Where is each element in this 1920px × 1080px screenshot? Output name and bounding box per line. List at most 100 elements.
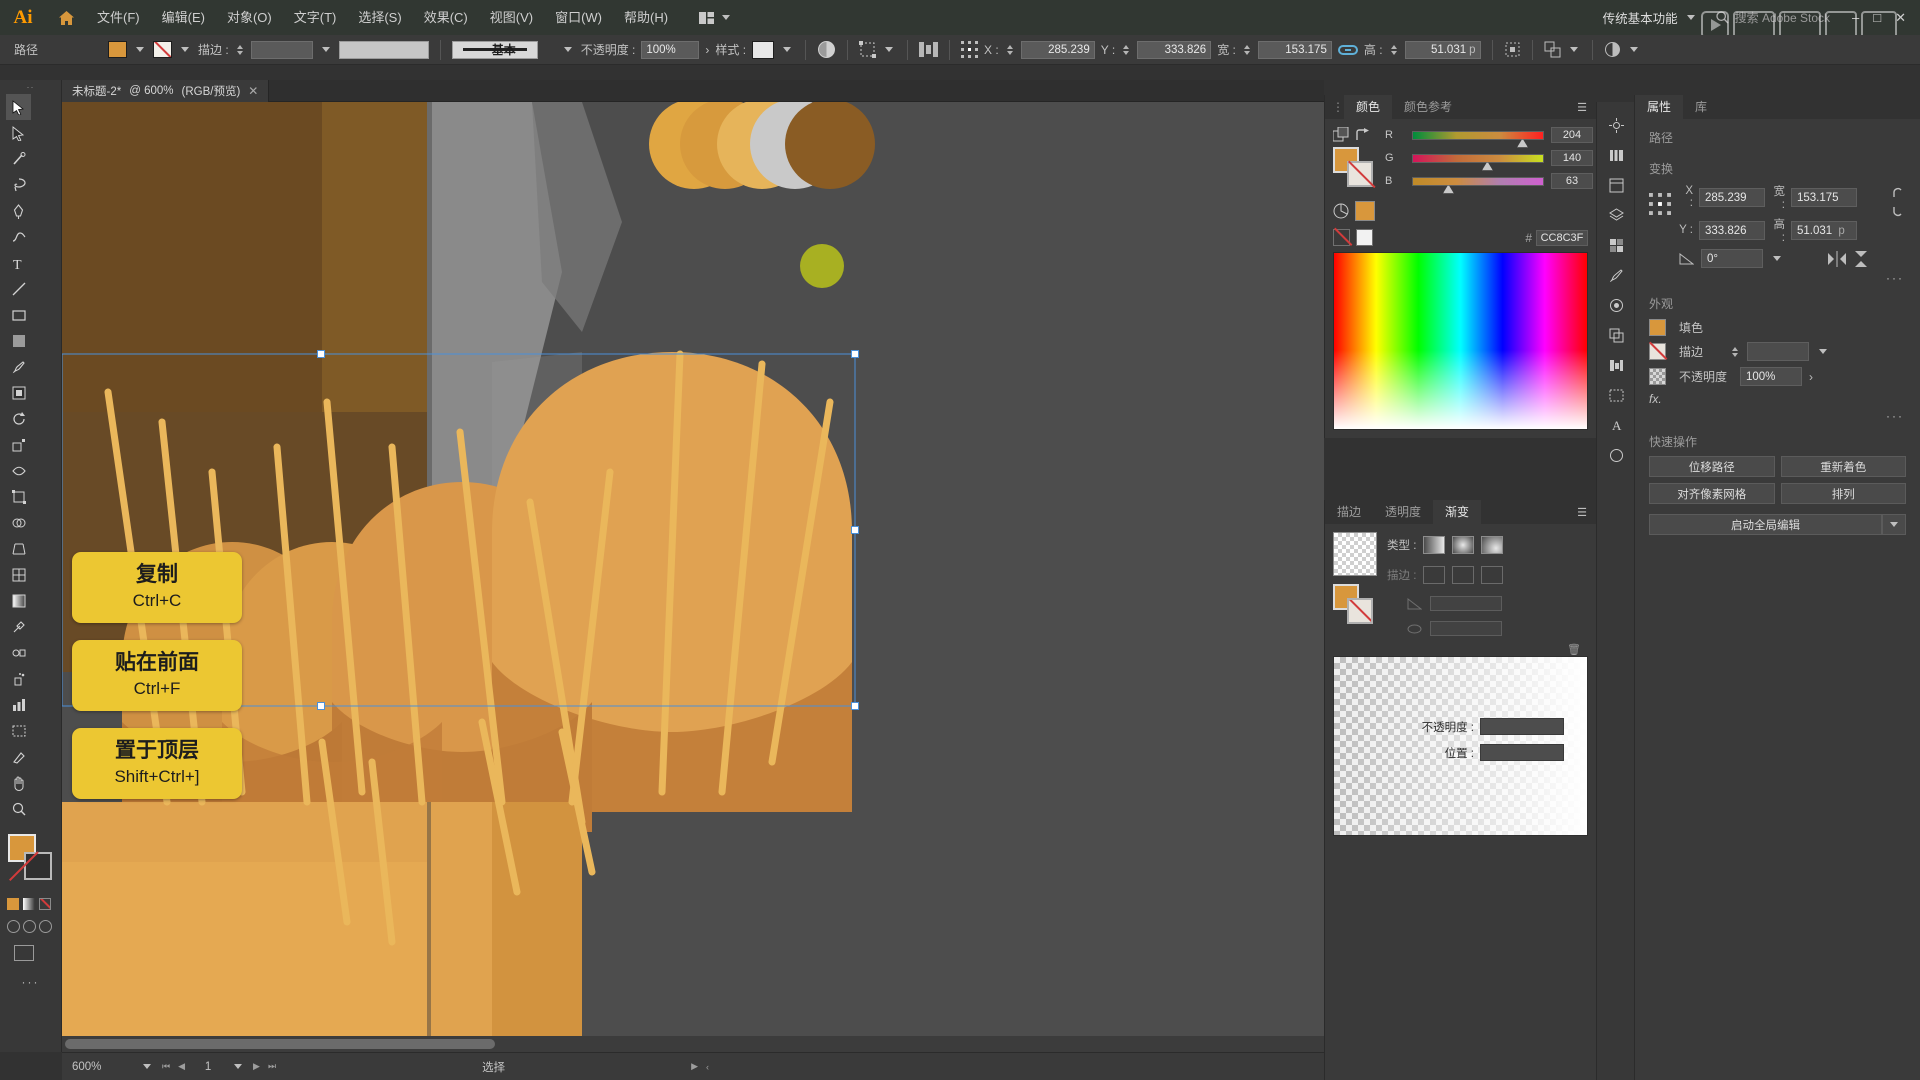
line-segment-tool[interactable]: [6, 276, 31, 302]
stroke-weight-stepper[interactable]: [235, 44, 245, 55]
opacity-field[interactable]: 100%: [1740, 367, 1802, 386]
slider-knob-g[interactable]: [1481, 161, 1493, 171]
x-stepper[interactable]: [1005, 44, 1015, 55]
shape-builder-tool[interactable]: [6, 510, 31, 536]
fill-swatch[interactable]: [1649, 319, 1666, 336]
magic-wand-tool[interactable]: [6, 146, 31, 172]
scrollbar-thumb[interactable]: [65, 1039, 495, 1049]
slice-tool[interactable]: [6, 744, 31, 770]
slider-knob-r[interactable]: [1517, 138, 1528, 148]
arrange-button[interactable]: 排列: [1780, 483, 1906, 504]
menu-select[interactable]: 选择(S): [347, 0, 412, 35]
brushes-icon[interactable]: [1597, 260, 1635, 290]
color-space-icon[interactable]: [1333, 203, 1349, 219]
sun-icon[interactable]: [1597, 110, 1635, 140]
lasso-tool[interactable]: [6, 172, 31, 198]
chevron-down-icon[interactable]: [1773, 256, 1781, 261]
width-tool[interactable]: [6, 458, 31, 484]
chevron-down-icon[interactable]: [783, 47, 792, 52]
perspective-grid-tool[interactable]: [6, 536, 31, 562]
hex-input[interactable]: CC8C3F: [1536, 229, 1588, 246]
height-stepper[interactable]: [1389, 44, 1399, 55]
next-artboard-icon[interactable]: ▶: [253, 1061, 260, 1072]
fill-stroke-toggle-icon[interactable]: [1333, 127, 1349, 143]
properties-icon[interactable]: [1597, 170, 1635, 200]
fx-label[interactable]: fx.: [1649, 392, 1662, 406]
stroke-swatch[interactable]: [24, 852, 52, 880]
opacity-field[interactable]: 100%: [641, 40, 700, 59]
height-field[interactable]: 51.031 p: [1404, 40, 1481, 59]
width-field[interactable]: 153.175: [1791, 187, 1857, 207]
draw-behind-button[interactable]: [23, 920, 36, 933]
link-icon[interactable]: [1337, 43, 1358, 57]
blend-tool[interactable]: [6, 640, 31, 666]
document-tab[interactable]: 未标题-2* @ 600% (RGB/预览) ✕: [62, 79, 270, 102]
prev-icon[interactable]: ‹: [706, 1062, 709, 1072]
panel-menu-icon[interactable]: ☰: [1577, 506, 1588, 519]
freeform-gradient-icon[interactable]: [1481, 536, 1504, 554]
slider-track-r[interactable]: [1412, 130, 1544, 148]
color-spectrum[interactable]: [1333, 252, 1588, 430]
gradient-button[interactable]: [23, 898, 35, 910]
stroke-swatch[interactable]: [1649, 343, 1666, 360]
hand-tool[interactable]: [6, 770, 31, 796]
none-swatch[interactable]: [1333, 229, 1350, 246]
column-graph-tool[interactable]: [6, 692, 31, 718]
eyedropper-tool[interactable]: [6, 614, 31, 640]
ellipse-tool[interactable]: [6, 328, 31, 354]
rectangle-tool[interactable]: [6, 302, 31, 328]
offset-path-button[interactable]: 位移路径: [1649, 456, 1775, 477]
workspace-switcher[interactable]: 传统基本功能: [1603, 8, 1698, 27]
stroke-weight-field[interactable]: [1747, 342, 1809, 361]
type-tool[interactable]: T: [6, 250, 31, 276]
align-icon[interactable]: [919, 41, 939, 58]
zoom-tool[interactable]: [6, 796, 31, 822]
stroke-weight-field[interactable]: [250, 40, 313, 59]
play-icon[interactable]: ▶: [691, 1061, 698, 1072]
gradient-slider-preview[interactable]: 🗑 不透明度 : 位置 :: [1333, 644, 1588, 836]
tab-stroke[interactable]: 描边: [1325, 500, 1373, 524]
y-field[interactable]: 333.826: [1699, 220, 1765, 240]
slider-value-b[interactable]: 63: [1551, 173, 1593, 189]
align-pixel-grid-button[interactable]: 对齐像素网格: [1649, 483, 1775, 504]
screen-mode-button[interactable]: [14, 945, 34, 961]
chevron-down-icon[interactable]: [136, 47, 145, 52]
tab-libraries[interactable]: 库: [1683, 95, 1719, 119]
horizontal-scrollbar[interactable]: [62, 1036, 1324, 1052]
menu-object[interactable]: 对象(O): [216, 0, 283, 35]
arrange-documents-icon[interactable]: [689, 11, 743, 24]
zoom-level[interactable]: 600%: [72, 1061, 132, 1073]
artboard-tool[interactable]: [6, 718, 31, 744]
transform-icon[interactable]: [859, 41, 877, 58]
y-field[interactable]: 333.826: [1137, 40, 1212, 59]
chevron-down-icon[interactable]: [181, 47, 190, 52]
libraries-icon[interactable]: [1597, 140, 1635, 170]
opacity-flyout-icon[interactable]: ›: [1809, 370, 1813, 384]
menu-edit[interactable]: 编辑(E): [151, 0, 216, 35]
flip-horizontal-icon[interactable]: [1828, 250, 1846, 267]
recolor-artwork-icon[interactable]: [817, 40, 836, 59]
character-icon[interactable]: A: [1597, 410, 1635, 440]
paintbrush-tool[interactable]: [6, 354, 31, 380]
panel-grip[interactable]: ⋮: [1325, 100, 1344, 114]
draw-normal-button[interactable]: [7, 920, 20, 933]
menu-window[interactable]: 窗口(W): [544, 0, 613, 35]
width-stepper[interactable]: [1242, 44, 1252, 55]
chevron-down-icon[interactable]: [885, 47, 894, 52]
reference-point-icon[interactable]: [1649, 193, 1671, 215]
swap-fill-stroke-icon[interactable]: [1355, 128, 1370, 142]
curvature-tool[interactable]: [6, 224, 31, 250]
y-stepper[interactable]: [1121, 44, 1131, 55]
menu-view[interactable]: 视图(V): [479, 0, 544, 35]
draw-inside-button[interactable]: [39, 920, 52, 933]
gradient-tool[interactable]: [6, 588, 31, 614]
slider-knob-b[interactable]: [1442, 184, 1454, 194]
stroke-swatch-control[interactable]: [153, 41, 173, 58]
gradient-delete-icon[interactable]: 🗑: [1567, 643, 1581, 656]
gradient-stroke-swatch[interactable]: [1347, 598, 1373, 624]
menu-help[interactable]: 帮助(H): [613, 0, 679, 35]
pen-tool[interactable]: [6, 198, 31, 224]
white-swatch[interactable]: [1356, 229, 1373, 246]
selection-tool[interactable]: [6, 94, 31, 120]
chevron-down-icon[interactable]: [1819, 349, 1827, 354]
